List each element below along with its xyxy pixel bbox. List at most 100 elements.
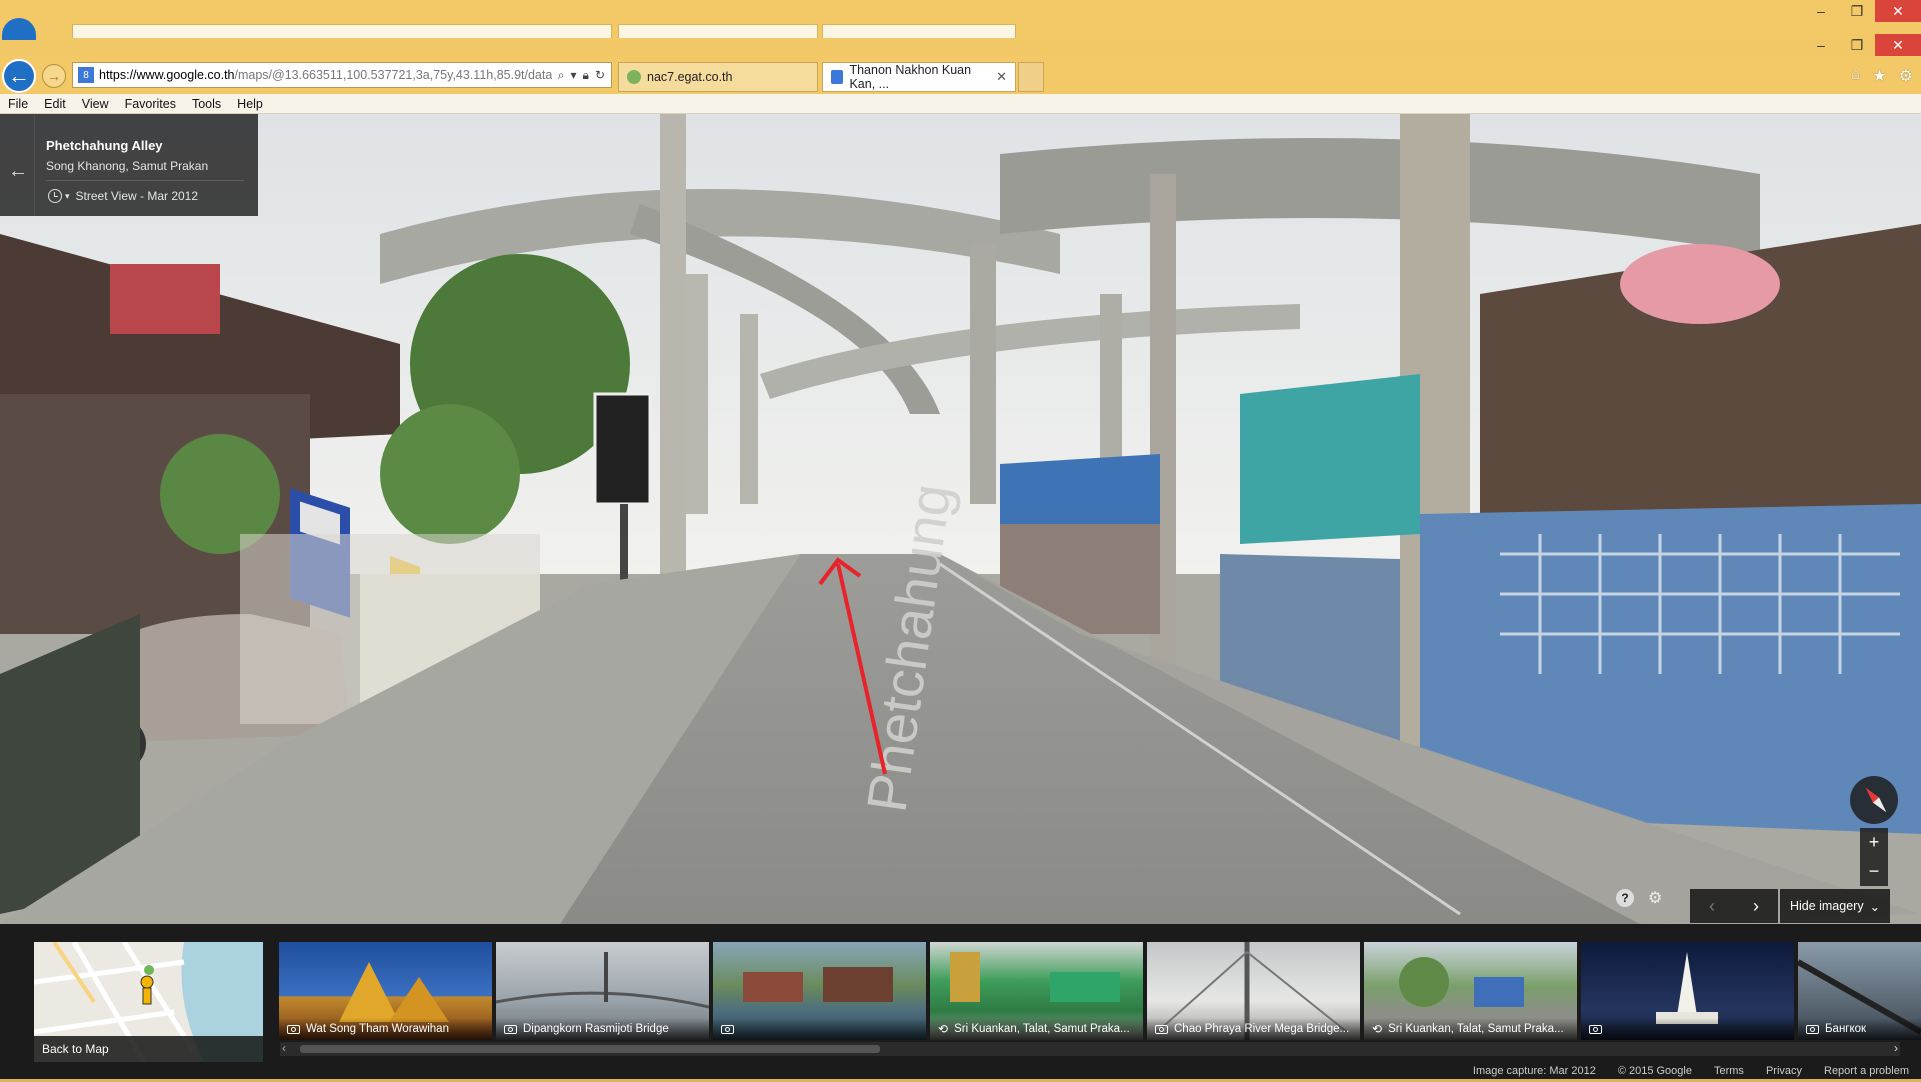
background-tab — [822, 24, 1016, 38]
caption-text: Sri Kuankan, Talat, Samut Praka... — [954, 1023, 1130, 1035]
back-button[interactable]: ← — [2, 59, 36, 93]
gear-icon[interactable]: ⚙ — [1648, 888, 1662, 908]
thumbnail-caption: ⟲ Sri Kuankan, Talat, Samut Praka... — [930, 1018, 1143, 1040]
scrollbar-thumb[interactable] — [300, 1045, 880, 1053]
360-icon: ⟲ — [938, 1022, 949, 1036]
refresh-icon[interactable]: ↻ — [595, 68, 605, 83]
background-window-chrome: – ❐ ✕ – ❐ ✕ — [0, 0, 1921, 56]
viewer-controls: ? ⚙ — [1616, 888, 1662, 908]
back-to-map-button[interactable]: Back to Map — [34, 942, 263, 1062]
minimize-icon[interactable]: – — [1803, 0, 1839, 22]
terms-link[interactable]: Terms — [1714, 1065, 1744, 1077]
hide-imagery-button[interactable]: Hide imagery ⌄ — [1780, 889, 1890, 923]
thumbnail[interactable]: ⟲ Sri Kuankan, Talat, Samut Praka... — [1364, 942, 1577, 1040]
divider — [46, 180, 244, 181]
tree — [380, 404, 520, 544]
menu-tools[interactable]: Tools — [184, 97, 229, 111]
thumbnail-caption — [1581, 1018, 1794, 1040]
thumbnail[interactable]: Dipangkorn Rasmijoti Bridge — [496, 942, 709, 1040]
hide-imagery-label: Hide imagery — [1789, 899, 1864, 913]
arrow-left-icon[interactable]: ← — [8, 160, 28, 183]
forward-button[interactable]: → — [42, 64, 66, 88]
thumbnail-caption: Бангкок — [1798, 1018, 1921, 1040]
location-subtitle: Song Khanong, Samut Prakan — [46, 159, 209, 173]
caption-text: Wat Song Tham Worawihan — [306, 1023, 449, 1035]
thumbnail[interactable]: Wat Song Tham Worawihan — [279, 942, 492, 1040]
zoom-in-button[interactable]: + — [1860, 828, 1888, 857]
tab-nac7[interactable]: nac7.egat.co.th — [618, 62, 818, 92]
satellite-dish — [1620, 244, 1780, 324]
minimize-icon[interactable]: – — [1803, 34, 1839, 56]
chevron-left-icon[interactable]: ‹ — [1709, 896, 1715, 917]
blue-house-roof — [1000, 454, 1160, 534]
thumbnail[interactable]: Бангкок — [1798, 942, 1921, 1040]
utility-pole — [1150, 174, 1176, 734]
chevron-left-icon[interactable]: ‹ — [282, 1041, 286, 1055]
tab-label: Thanon Nakhon Kuan Kan, ... — [849, 63, 972, 91]
privacy-link[interactable]: Privacy — [1766, 1065, 1802, 1077]
search-icon[interactable]: ⌕ — [558, 68, 565, 83]
close-icon[interactable]: ✕ — [1875, 0, 1921, 22]
restore-icon[interactable]: ❐ — [1839, 34, 1875, 56]
menu-help[interactable]: Help — [229, 97, 271, 111]
background-back-icon — [2, 18, 36, 40]
address-bar[interactable]: 8 https://www.google.co.th/maps/@13.6635… — [72, 62, 612, 88]
thumbnail[interactable] — [1581, 942, 1794, 1040]
background-address-bar — [72, 24, 612, 38]
close-icon[interactable]: ✕ — [1875, 34, 1921, 56]
camera-icon — [1589, 1024, 1602, 1034]
pillar — [970, 244, 996, 504]
filmstrip-scrollbar[interactable]: ‹ › — [280, 1041, 1900, 1056]
image-capture-date: Image capture: Mar 2012 — [1472, 1065, 1596, 1077]
camera-icon — [1155, 1024, 1168, 1034]
tab-google-maps[interactable]: Thanon Nakhon Kuan Kan, ... ✕ — [822, 62, 1016, 92]
menu-favorites[interactable]: Favorites — [117, 97, 184, 111]
pegman-body — [142, 987, 152, 1005]
zoom-control: + − — [1860, 828, 1888, 886]
google-favicon-icon — [831, 70, 844, 84]
time-machine-button[interactable]: ▾ Street View - Mar 2012 — [48, 189, 198, 203]
street-view-panorama[interactable]: Phetchahung — [0, 114, 1921, 924]
menu-file[interactable]: File — [0, 97, 36, 111]
globe-icon — [627, 70, 641, 84]
address-url[interactable]: https://www.google.co.th/maps/@13.663511… — [99, 68, 552, 82]
thumbnail-caption: Chao Phraya River Mega Bridge... — [1147, 1018, 1360, 1040]
new-tab-button[interactable] — [1018, 62, 1044, 92]
home-icon[interactable]: ⌂ — [1851, 66, 1861, 86]
help-icon[interactable]: ? — [1616, 889, 1634, 907]
menu-edit[interactable]: Edit — [36, 97, 74, 111]
tab-label: nac7.egat.co.th — [647, 70, 733, 84]
report-problem-link[interactable]: Report a problem — [1824, 1065, 1909, 1077]
divider — [34, 114, 35, 216]
star-icon[interactable]: ★ — [1872, 66, 1886, 86]
thumbnail[interactable]: Chao Phraya River Mega Bridge... — [1147, 942, 1360, 1040]
360-icon: ⟲ — [1372, 1022, 1383, 1036]
chevron-right-icon[interactable]: › — [1753, 896, 1759, 917]
thumbnail-caption: ⟲ Sri Kuankan, Talat, Samut Praka... — [1364, 1018, 1577, 1040]
capture-date: Street View - Mar 2012 — [75, 189, 199, 203]
address-bar-icons: ⌕ ▾ 🔒︎ ↻ — [552, 68, 611, 83]
lock-icon[interactable]: 🔒︎ — [583, 68, 589, 83]
thumbnail-caption: Wat Song Tham Worawihan — [279, 1018, 492, 1040]
gear-icon[interactable]: ⚙ — [1899, 66, 1913, 86]
caption-text: Chao Phraya River Mega Bridge... — [1174, 1023, 1350, 1035]
compass-icon[interactable] — [1850, 776, 1898, 824]
close-tab-icon[interactable]: ✕ — [996, 69, 1007, 85]
imagery-filmstrip: Back to Map Wat Song Tham Worawihan Dipa… — [0, 924, 1921, 1066]
caption-text: Sri Kuankan, Talat, Samut Praka... — [1388, 1023, 1564, 1035]
thumbnail[interactable] — [713, 942, 926, 1040]
zoom-out-button[interactable]: − — [1860, 857, 1888, 886]
panorama-scene: Phetchahung — [0, 114, 1921, 924]
back-to-map-label: Back to Map — [34, 1036, 263, 1062]
menu-view[interactable]: View — [74, 97, 117, 111]
chevron-down-icon[interactable]: ▾ — [571, 68, 577, 83]
thumbnail[interactable]: ⟲ Sri Kuankan, Talat, Samut Praka... — [930, 942, 1143, 1040]
chevron-right-icon[interactable]: › — [1894, 1041, 1898, 1055]
location-title: Phetchahung Alley — [46, 138, 163, 153]
map-marker — [144, 965, 154, 975]
street-view-info-card: ← Phetchahung Alley Song Khanong, Samut … — [0, 114, 258, 216]
browser-tools: ⌂ ★ ⚙ — [1851, 66, 1913, 86]
restore-icon[interactable]: ❐ — [1839, 0, 1875, 22]
url-path: /maps/@13.663511,100.537721,3a,75y,43.11… — [234, 68, 552, 82]
double-chevron-down-icon: ⌄ — [1869, 899, 1881, 914]
